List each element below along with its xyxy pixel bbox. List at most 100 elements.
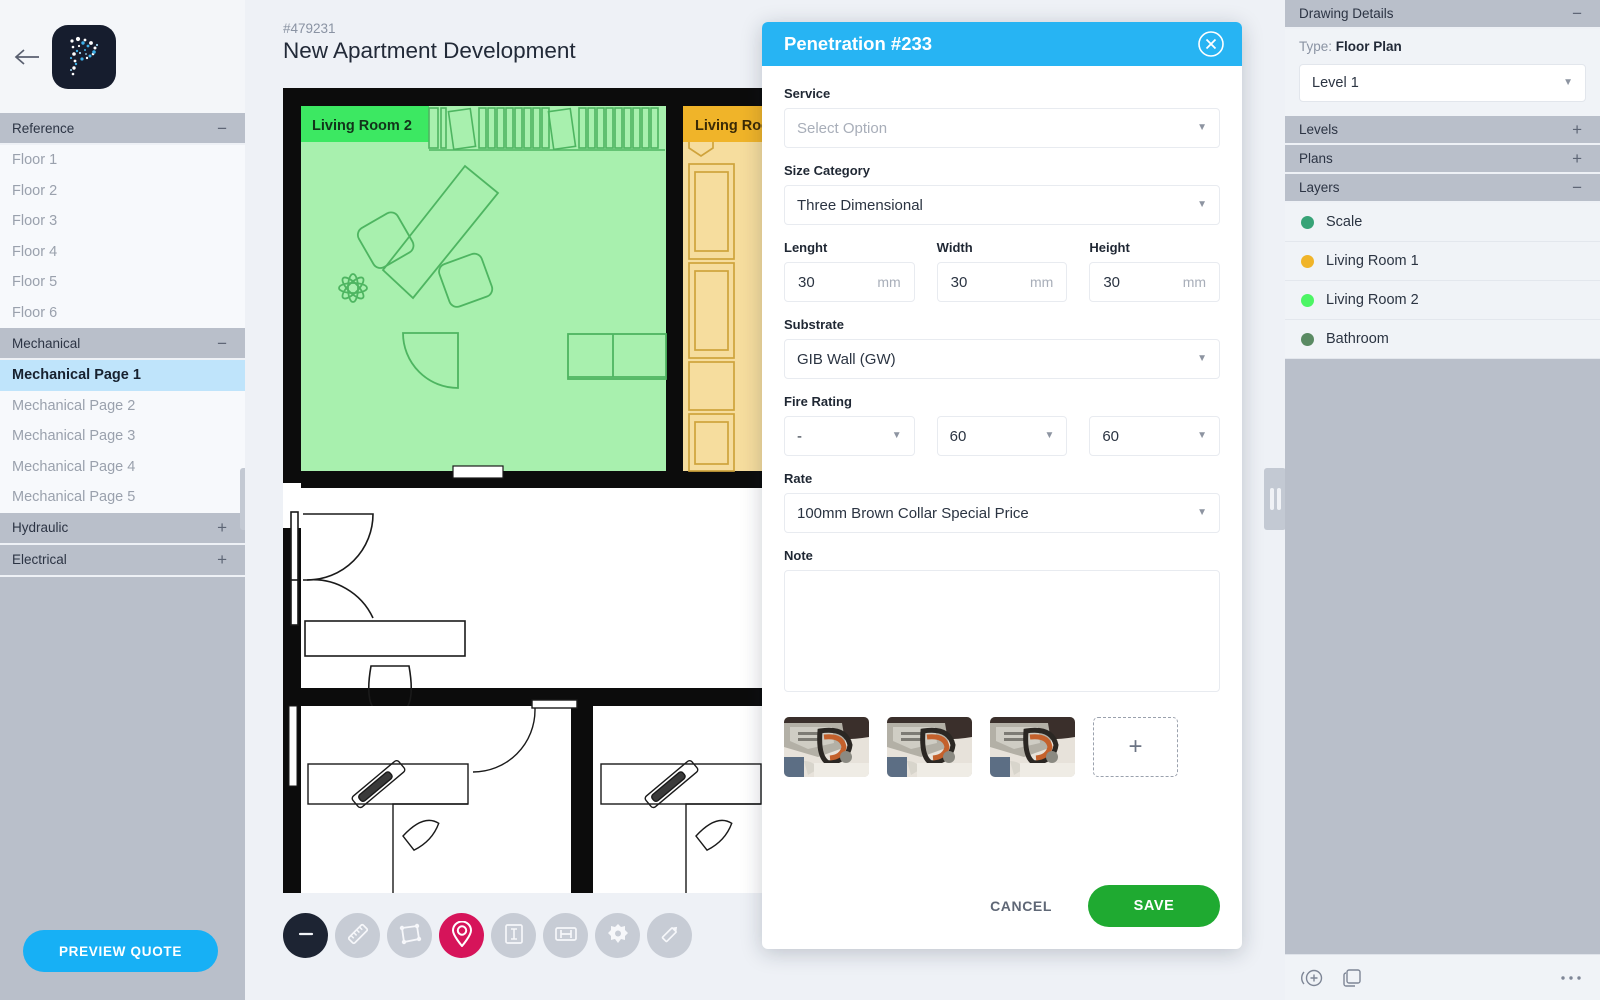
fire-rating-select-2[interactable]: 60 ▼ bbox=[936, 416, 1068, 456]
sidebar-item-floor-1[interactable]: Floor 1 bbox=[0, 145, 245, 176]
layer-color-dot bbox=[1301, 293, 1314, 307]
chevron-down-icon: ▼ bbox=[1197, 122, 1207, 133]
linear-tool-button[interactable] bbox=[543, 913, 588, 958]
sidebar-section-body: Floor 1 Floor 2 Floor 3 Floor 4 Floor 5 Floor… bbox=[0, 145, 245, 328]
height-value: 30 bbox=[1103, 273, 1121, 291]
right-panel-splitter[interactable] bbox=[1264, 468, 1286, 530]
level-select[interactable]: Level 1 ▼ bbox=[1299, 64, 1586, 102]
fire-rating-group-3: 60 ▼ bbox=[1089, 416, 1221, 456]
section-title: Levels bbox=[1299, 122, 1339, 137]
section-header-levels[interactable]: Levels + bbox=[1285, 116, 1600, 145]
section-toggle-icon[interactable]: + bbox=[217, 519, 227, 536]
sidebar-item-floor-6[interactable]: Floor 6 bbox=[0, 297, 245, 328]
field-fire-rating: Fire Rating - ▼ 60 ▼ 60 ▼ bbox=[784, 394, 1221, 456]
section-header-plans[interactable]: Plans + bbox=[1285, 145, 1600, 174]
attachment-thumbnail[interactable] bbox=[990, 717, 1075, 777]
preview-quote-button[interactable]: PREVIEW QUOTE bbox=[23, 930, 218, 972]
width-input[interactable]: 30 mm bbox=[936, 262, 1068, 302]
section-toggle-icon[interactable]: + bbox=[217, 551, 227, 568]
sidebar-item-floor-5[interactable]: Floor 5 bbox=[0, 267, 245, 298]
field-height: Height 30 mm bbox=[1089, 240, 1221, 302]
layer-row[interactable]: Living Room 1 bbox=[1285, 242, 1600, 281]
width-unit: mm bbox=[1030, 274, 1054, 290]
cancel-button[interactable]: CANCEL bbox=[976, 888, 1066, 924]
substrate-select[interactable]: GIB Wall (GW) ▼ bbox=[784, 339, 1220, 379]
dialog-body: Service Select Option ▼ Size Category Th… bbox=[762, 66, 1242, 865]
field-label: Service bbox=[784, 86, 831, 101]
width-value: 30 bbox=[950, 273, 968, 291]
rate-select[interactable]: 100mm Brown Collar Special Price ▼ bbox=[784, 493, 1220, 533]
add-attachment-button[interactable]: + bbox=[1093, 717, 1178, 777]
area-tool-button[interactable] bbox=[387, 913, 432, 958]
field-label: Lenght bbox=[784, 240, 828, 255]
section-title: Plans bbox=[1299, 151, 1333, 166]
sidebar-section-reference[interactable]: Reference − bbox=[0, 113, 245, 145]
scale-tool-button[interactable] bbox=[335, 913, 380, 958]
sidebar-item-floor-4[interactable]: Floor 4 bbox=[0, 236, 245, 267]
sidebar-item-mechanical-page-2[interactable]: Mechanical Page 2 bbox=[0, 390, 245, 421]
draw-tool-button[interactable] bbox=[647, 913, 692, 958]
field-label: Note bbox=[784, 548, 813, 563]
note-textarea[interactable] bbox=[784, 570, 1220, 692]
section-header-drawing-details[interactable]: Drawing Details − bbox=[1285, 0, 1600, 29]
field-size-category: Size Category Three Dimensional ▼ bbox=[784, 163, 1220, 225]
collapse-icon[interactable]: − bbox=[1572, 5, 1582, 22]
collapse-icon[interactable]: − bbox=[1572, 179, 1582, 196]
more-options-icon[interactable] bbox=[1560, 974, 1582, 982]
sidebar-section-hydraulic[interactable]: Hydraulic + bbox=[0, 512, 245, 545]
field-substrate: Substrate GIB Wall (GW) ▼ bbox=[784, 317, 1220, 379]
layer-row[interactable]: Bathroom bbox=[1285, 320, 1600, 359]
sidebar-item-mechanical-page-5[interactable]: Mechanical Page 5 bbox=[0, 482, 245, 513]
section-toggle-icon[interactable]: − bbox=[217, 120, 227, 137]
sidebar-item-floor-3[interactable]: Floor 3 bbox=[0, 206, 245, 237]
layer-label: Living Room 1 bbox=[1326, 253, 1419, 269]
back-arrow-icon[interactable] bbox=[10, 40, 44, 74]
right-panel: Drawing Details − Type: Floor Plan Level… bbox=[1285, 0, 1600, 1000]
field-label: Fire Rating bbox=[784, 394, 852, 409]
section-toggle-icon[interactable]: − bbox=[217, 335, 227, 352]
length-unit: mm bbox=[877, 274, 901, 290]
fire-rating-select-3[interactable]: 60 ▼ bbox=[1089, 416, 1221, 456]
burst-icon bbox=[606, 922, 630, 949]
shape-tool-button[interactable] bbox=[595, 913, 640, 958]
attachment-thumbnails: + bbox=[784, 717, 1220, 777]
attachment-thumbnail[interactable] bbox=[784, 717, 869, 777]
save-button[interactable]: SAVE bbox=[1088, 885, 1220, 927]
section-title: Drawing Details bbox=[1299, 6, 1394, 21]
duplicate-icon[interactable] bbox=[1341, 967, 1363, 989]
expand-icon[interactable]: + bbox=[1572, 150, 1582, 167]
field-label: Height bbox=[1089, 240, 1130, 255]
right-panel-footer bbox=[1285, 954, 1600, 1000]
pin-tool-button[interactable] bbox=[439, 913, 484, 958]
attachment-thumbnail[interactable] bbox=[887, 717, 972, 777]
close-icon[interactable] bbox=[1197, 30, 1225, 58]
sidebar-item-mechanical-page-4[interactable]: Mechanical Page 4 bbox=[0, 451, 245, 482]
text-tool-button[interactable] bbox=[491, 913, 536, 958]
field-length: Lenght 30 mm bbox=[784, 240, 915, 302]
field-rate: Rate 100mm Brown Collar Special Price ▼ bbox=[784, 471, 1220, 533]
height-input[interactable]: 30 mm bbox=[1089, 262, 1221, 302]
length-input[interactable]: 30 mm bbox=[784, 262, 915, 302]
layer-row[interactable]: Living Room 2 bbox=[1285, 281, 1600, 320]
service-select[interactable]: Select Option ▼ bbox=[784, 108, 1220, 148]
left-sidebar: Reference − Floor 1 Floor 2 Floor 3 Floor 4 Fl… bbox=[0, 0, 245, 1000]
chevron-down-icon: ▼ bbox=[1197, 430, 1208, 441]
add-layer-icon[interactable] bbox=[1301, 967, 1323, 989]
sidebar-item-floor-2[interactable]: Floor 2 bbox=[0, 175, 245, 206]
layer-row[interactable]: Scale bbox=[1285, 203, 1600, 242]
fire-rating-value-2: 60 bbox=[949, 427, 967, 445]
section-header-layers[interactable]: Layers − bbox=[1285, 174, 1600, 203]
expand-icon[interactable]: + bbox=[1572, 121, 1582, 138]
fire-rating-value-1: - bbox=[797, 427, 802, 445]
app-logo bbox=[52, 24, 116, 89]
section-title: Layers bbox=[1299, 180, 1340, 195]
sidebar-item-mechanical-page-3[interactable]: Mechanical Page 3 bbox=[0, 421, 245, 452]
sidebar-item-mechanical-page-1[interactable]: Mechanical Page 1 bbox=[0, 360, 245, 391]
drawing-toolbar bbox=[283, 913, 692, 958]
sidebar-section-electrical[interactable]: Electrical + bbox=[0, 544, 245, 577]
size-category-select[interactable]: Three Dimensional ▼ bbox=[784, 185, 1220, 225]
collapse-toolbar-button[interactable] bbox=[283, 913, 328, 958]
fire-rating-select-1[interactable]: - ▼ bbox=[784, 416, 915, 456]
field-label: Width bbox=[936, 240, 973, 255]
sidebar-section-mechanical[interactable]: Mechanical − bbox=[0, 328, 245, 360]
